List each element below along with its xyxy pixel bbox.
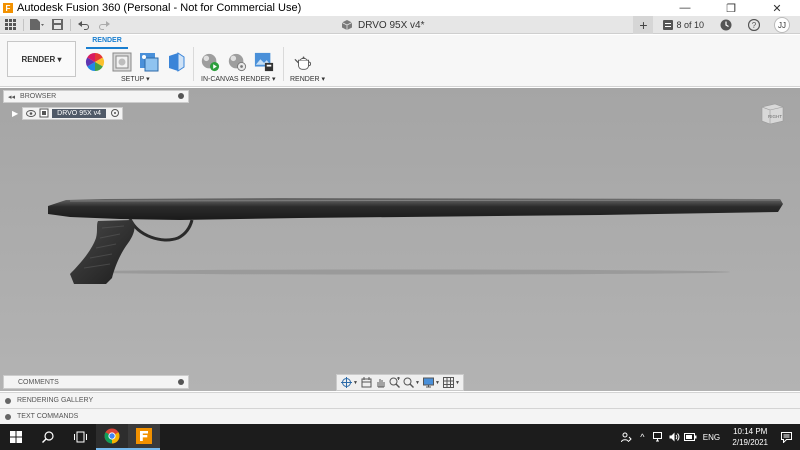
capture-image-icon[interactable]	[254, 51, 274, 73]
comments-add-icon[interactable]	[178, 379, 184, 385]
rendering-gallery-panel[interactable]: RENDERING GALLERY	[0, 392, 800, 408]
minimize-button[interactable]: —	[662, 0, 708, 16]
document-cube-icon	[342, 20, 352, 30]
fusion-logo-icon: F	[3, 3, 13, 13]
expand-dot-icon[interactable]	[5, 413, 11, 420]
setup-group-label[interactable]: SETUP ▾	[121, 75, 150, 83]
file-icon[interactable]	[27, 16, 47, 34]
render-preview-icon[interactable]	[166, 51, 186, 73]
separator	[23, 18, 24, 31]
fusion-icon[interactable]	[128, 424, 160, 450]
look-at-icon[interactable]	[359, 376, 373, 389]
search-icon[interactable]	[32, 424, 64, 450]
redo-icon[interactable]	[94, 16, 114, 34]
workspace-switcher[interactable]: RENDER ▾	[7, 41, 76, 77]
render-settings-icon[interactable]	[227, 51, 247, 73]
group-separator	[193, 47, 194, 81]
job-status-icon	[663, 20, 674, 30]
render-teapot-icon[interactable]	[294, 51, 314, 73]
group-separator	[283, 47, 284, 81]
speargun-model[interactable]	[0, 88, 800, 391]
system-tray: ^ ENG 10:14 PM 2/19/2021	[618, 424, 800, 450]
navigation-bar: ▼ ▼ ▼ ▼	[336, 374, 464, 391]
network-icon[interactable]	[650, 424, 666, 450]
grid-dropdown-icon[interactable]: ▼	[455, 380, 461, 386]
task-view-icon[interactable]	[64, 424, 96, 450]
svg-text:?: ?	[752, 21, 757, 30]
tab-document[interactable]: DRVO 95X v4* ✕	[342, 16, 641, 34]
render-group-label[interactable]: RENDER ▾	[290, 75, 325, 83]
canvas-viewport[interactable]: ◂◂ BROWSER ▶ DRVO 95X v4 RIGHT COMMENTS …	[0, 88, 800, 391]
chevron-up-icon[interactable]: ^	[634, 424, 650, 450]
notification-icon[interactable]	[778, 424, 794, 450]
windows-start-icon[interactable]	[0, 424, 32, 450]
rendering-gallery-title: RENDERING GALLERY	[17, 397, 94, 404]
clock-date: 2/19/2021	[732, 438, 768, 447]
clock-history-icon[interactable]	[719, 18, 733, 32]
job-status[interactable]: 8 of 10	[663, 20, 704, 30]
scene-settings-icon[interactable]	[85, 51, 105, 73]
plus-icon[interactable]: +	[633, 16, 654, 34]
document-tab-bar: DRVO 95X v4* ✕ + 8 of 10 ? JJ	[0, 16, 800, 34]
tab-bar-right: + 8 of 10 ? JJ	[633, 16, 800, 34]
text-commands-title: TEXT COMMANDS	[17, 413, 79, 420]
avatar[interactable]: JJ	[774, 17, 790, 33]
clock-time: 10:14 PM	[733, 427, 768, 436]
text-commands-panel[interactable]: TEXT COMMANDS	[0, 408, 800, 424]
separator	[70, 18, 71, 31]
model-shadow	[70, 269, 730, 275]
grip	[70, 220, 135, 284]
close-window-button[interactable]: ✕	[754, 0, 800, 16]
in-canvas-render-icon[interactable]	[200, 51, 220, 73]
fit-icon[interactable]	[401, 376, 415, 389]
orbit-icon[interactable]	[339, 376, 353, 389]
people-icon[interactable]	[618, 424, 634, 450]
in-canvas-render-group-label[interactable]: IN-CANVAS RENDER ▾	[201, 75, 276, 83]
chrome-icon[interactable]	[96, 424, 128, 450]
volume-icon[interactable]	[666, 424, 682, 450]
pan-icon[interactable]	[373, 376, 387, 389]
save-icon[interactable]	[47, 16, 67, 34]
quick-access-toolbar	[0, 16, 114, 34]
toolbar-ribbon: RENDER ▾ RENDER SETUP ▾ IN-CANVAS RENDER…	[0, 35, 800, 87]
battery-icon[interactable]	[682, 424, 698, 450]
help-icon[interactable]: ?	[747, 18, 761, 32]
appearance-icon[interactable]	[112, 51, 132, 73]
tab-render[interactable]: RENDER	[86, 37, 128, 49]
title-bar: F Autodesk Fusion 360 (Personal - Not fo…	[0, 0, 800, 16]
undo-icon[interactable]	[74, 16, 94, 34]
restore-button[interactable]: ❐	[708, 0, 754, 16]
taskbar-clock[interactable]: 10:14 PM 2/19/2021	[732, 426, 768, 448]
expand-dot-icon[interactable]	[5, 397, 11, 404]
zoom-icon[interactable]	[387, 376, 401, 389]
comments-title: COMMENTS	[18, 378, 59, 386]
window-title: Autodesk Fusion 360 (Personal - Not for …	[17, 2, 302, 14]
texture-map-icon[interactable]	[139, 51, 159, 73]
language-indicator[interactable]: ENG	[698, 424, 724, 450]
document-title: DRVO 95X v4*	[358, 19, 425, 31]
grid-icon[interactable]	[0, 16, 20, 34]
comments-panel-header[interactable]: COMMENTS	[3, 375, 189, 389]
trigger-guard	[128, 218, 194, 242]
windows-taskbar: ^ ENG 10:14 PM 2/19/2021	[0, 424, 800, 450]
display-settings-icon[interactable]	[421, 376, 435, 389]
job-status-label: 8 of 10	[676, 20, 704, 30]
grid-display-icon[interactable]	[441, 376, 455, 389]
